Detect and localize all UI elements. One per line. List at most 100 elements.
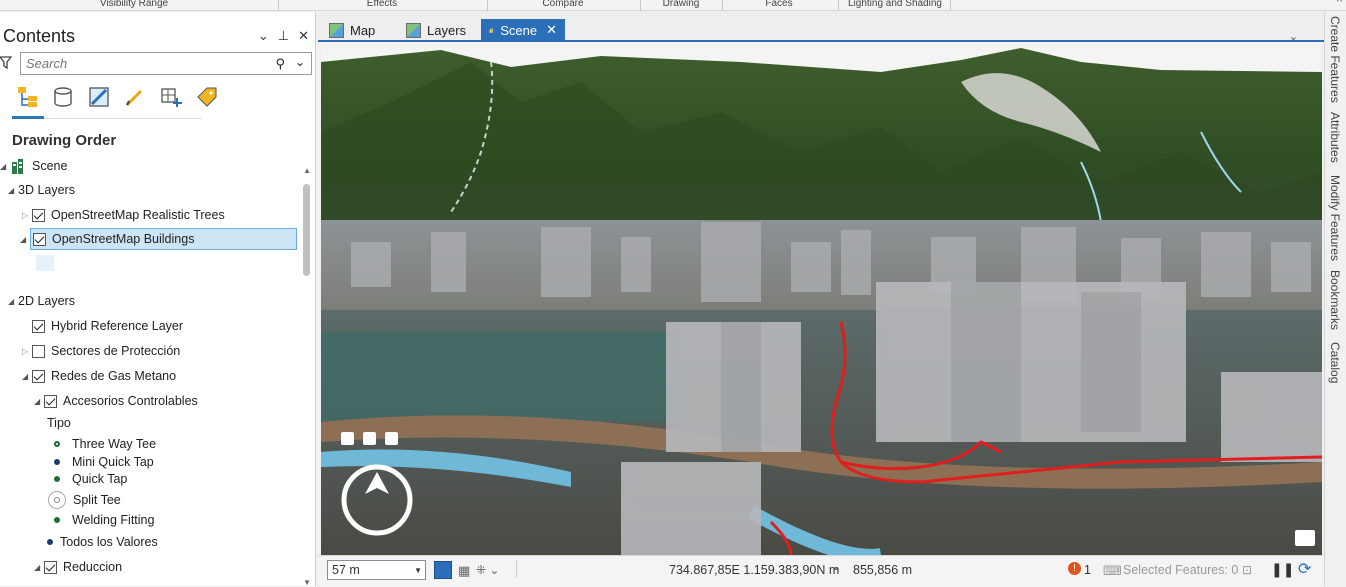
legend-label: Three Way Tee (72, 437, 157, 451)
tree-layer-reduccion[interactable]: Reduccion (34, 556, 122, 578)
tree-layer-redes-gas[interactable]: Redes de Gas Metano (22, 365, 176, 387)
ribbon-group-visibility-range: Visibility Range (99, 0, 169, 9)
snapping-view-icon[interactable] (158, 84, 183, 109)
expand-toggle-icon[interactable] (22, 347, 32, 356)
elevation-readout: 855,856 m (853, 563, 913, 577)
contents-view-tabs (14, 84, 219, 109)
visibility-checkbox[interactable] (32, 208, 45, 222)
filter-icon[interactable] (0, 56, 12, 70)
tree-label-accesorios: Accesorios Controlables (63, 394, 198, 408)
ribbon-group-faces: Faces (765, 0, 793, 9)
ribbon-separator (722, 0, 723, 10)
three-way-tee-symbol-icon (54, 441, 60, 447)
chevron-down-icon[interactable]: ▼ (414, 562, 422, 580)
expand-toggle-icon[interactable] (34, 397, 44, 406)
expand-toggle-icon[interactable] (0, 162, 10, 171)
close-icon[interactable]: ✕ (298, 28, 309, 44)
navigator-mode-controls[interactable] (341, 432, 398, 445)
tree-group-2d-layers[interactable]: 2D Layers (8, 290, 75, 312)
ribbon-group-compare: Compare (542, 0, 584, 9)
scene-view[interactable] (321, 42, 1322, 555)
scroll-up-arrow-icon[interactable]: ▲ (303, 166, 311, 175)
pause-drawing-icon[interactable]: ❚❚ (1271, 561, 1294, 578)
tree-layer-buildings[interactable]: OpenStreetMap Buildings (30, 228, 297, 250)
visibility-checkbox[interactable] (32, 344, 45, 358)
building-symbol-swatch (36, 255, 54, 271)
search-dropdown-chevron-icon[interactable]: ⌄ (295, 55, 305, 69)
visibility-checkbox[interactable] (44, 394, 57, 408)
contents-title: Contents (3, 26, 76, 46)
expand-toggle-icon[interactable] (34, 563, 44, 572)
tab-map[interactable]: Map (321, 19, 383, 41)
expand-toggle-icon[interactable] (22, 211, 32, 220)
tree-label-2d-layers: 2D Layers (18, 294, 75, 308)
refresh-icon[interactable]: ⟳ (1298, 559, 1311, 579)
todos-valores-symbol-icon (47, 539, 53, 545)
dock-tab-attributes[interactable]: Attributes (1328, 112, 1342, 163)
dock-tab-create-features[interactable]: Create Features (1328, 16, 1342, 103)
expand-toggle-icon[interactable] (20, 235, 30, 244)
split-tee-symbol-icon (48, 491, 66, 509)
selection-view-icon[interactable] (86, 84, 111, 109)
scene-3d-render[interactable] (321, 42, 1322, 555)
dock-tab-catalog[interactable]: Catalog (1328, 342, 1342, 383)
tab-scene[interactable]: Scene ✕ (481, 19, 565, 41)
map-icon (406, 22, 421, 38)
snapping-options-icon[interactable]: ⁜ ⌄ (476, 563, 499, 577)
search-field[interactable]: ⚲ ⌄ (20, 52, 312, 75)
tree-item-scene[interactable]: Scene (0, 155, 67, 177)
tree-label-buildings: OpenStreetMap Buildings (52, 232, 195, 246)
mini-quick-tap-symbol-icon (54, 459, 60, 465)
pane-controls: ⌄ ⊥ ✕ (258, 28, 309, 44)
ribbon-group-drawing: Drawing (662, 0, 700, 9)
selected-features-count[interactable]: Selected Features: 0 (1123, 563, 1238, 577)
labeling-view-icon[interactable] (194, 84, 219, 109)
scale-value: 57 m (332, 563, 360, 577)
tree-layer-hybrid-reference[interactable]: Hybrid Reference Layer (32, 315, 183, 337)
legend-label: Split Tee (73, 493, 121, 507)
tree-label-reduccion: Reduccion (63, 560, 123, 574)
expand-toggle-icon[interactable] (8, 297, 18, 306)
expand-toggle-icon[interactable] (8, 186, 18, 195)
drawing-order-view-icon[interactable] (14, 84, 39, 109)
close-tab-icon[interactable]: ✕ (546, 22, 557, 38)
visibility-checkbox[interactable] (44, 560, 57, 574)
contents-scrollbar-thumb[interactable] (303, 184, 310, 276)
status-bar: 57 m ▼ ▦ ⁜ ⌄ 734.867,85E 1.159.383,90N m… (318, 555, 1324, 586)
scale-dropdown[interactable]: 57 m ▼ (327, 560, 426, 580)
grid-toggle-icon[interactable] (434, 561, 452, 579)
notification-alert-icon[interactable]: ! (1068, 562, 1081, 575)
tree-layer-accesorios[interactable]: Accesorios Controlables (34, 390, 198, 412)
legend-item-split-tee: Split Tee (48, 489, 121, 511)
legend-label: Welding Fitting (72, 513, 155, 527)
pane-options-chevron-icon[interactable]: ⌄ (258, 28, 269, 44)
visibility-checkbox[interactable] (33, 232, 46, 246)
tree-layer-sectores[interactable]: Sectores de Protección (22, 340, 180, 362)
tree-layer-realistic-trees[interactable]: OpenStreetMap Realistic Trees (22, 204, 225, 226)
notes-icon[interactable] (1295, 530, 1315, 546)
collapse-ribbon-icon[interactable]: ^ (1337, 0, 1342, 8)
notification-count[interactable]: 1 (1084, 563, 1091, 577)
clear-selection-icon[interactable]: ⊡ (1242, 563, 1252, 577)
expand-toggle-icon[interactable] (22, 372, 32, 381)
visibility-checkbox[interactable] (32, 319, 45, 333)
ribbon-separator (640, 0, 641, 10)
editing-view-icon[interactable] (122, 84, 147, 109)
search-input[interactable] (21, 53, 261, 74)
visibility-checkbox[interactable] (32, 369, 45, 383)
dock-tab-bookmarks[interactable]: Bookmarks (1328, 270, 1342, 330)
layer-tree: Scene 3D Layers OpenStreetMap Realistic … (0, 155, 300, 586)
coordinate-format-chevron-icon[interactable]: ⌄ (832, 562, 840, 573)
tree-group-3d-layers[interactable]: 3D Layers (8, 179, 75, 201)
legend-label: Quick Tap (72, 472, 128, 486)
data-source-view-icon[interactable] (50, 84, 75, 109)
tree-label-realistic-trees: OpenStreetMap Realistic Trees (51, 208, 225, 222)
legend-heading-label: Tipo (47, 416, 71, 430)
search-icon[interactable]: ⚲ (275, 56, 285, 72)
tab-layers[interactable]: Layers (398, 19, 474, 41)
tab-label: Map (350, 22, 376, 38)
pin-icon[interactable]: ⊥ (278, 28, 289, 44)
table-icon[interactable]: ▦ (458, 563, 470, 579)
dock-tab-modify-features[interactable]: Modify Features (1328, 175, 1342, 261)
tree-label-hybrid-reference: Hybrid Reference Layer (51, 319, 184, 333)
